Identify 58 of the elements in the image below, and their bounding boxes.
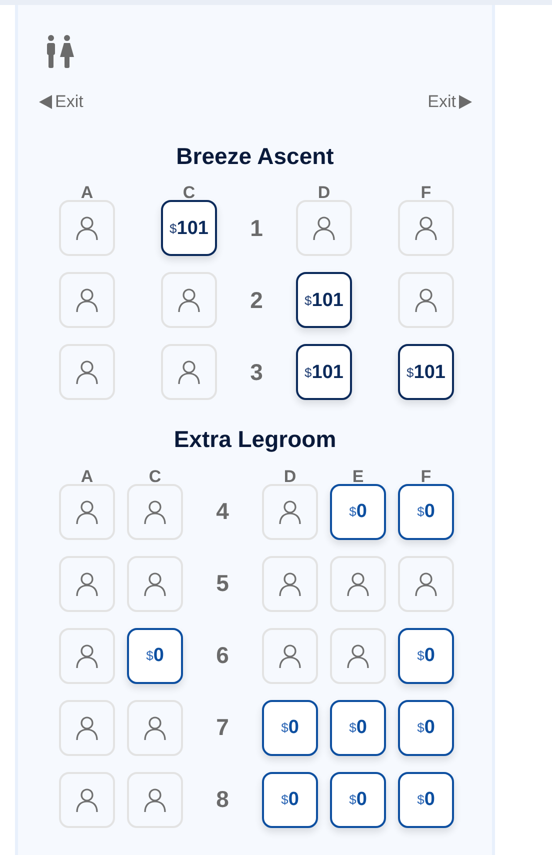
column-letter: F [420,182,432,204]
person-icon [144,716,166,740]
right-triangle-icon [459,94,472,109]
person-icon [279,500,301,524]
person-icon [313,216,335,240]
person-icon [279,644,301,668]
row-number: 2 [250,286,263,315]
seat-button[interactable]: $0 [330,484,386,540]
person-icon [347,644,369,668]
person-icon [76,716,98,740]
seat-button[interactable]: $101 [296,272,352,328]
person-icon [415,216,437,240]
row-number: 3 [250,358,263,387]
column-letter: C [148,466,162,488]
seat-button[interactable]: $0 [398,772,454,828]
person-icon [76,788,98,812]
person-icon [76,360,98,384]
seat-button[interactable]: $101 [398,344,454,400]
person-icon [76,500,98,524]
seat-button[interactable]: $101 [161,200,217,256]
section-title: Breeze Ascent [175,142,335,170]
column-letter: D [284,466,296,488]
seat-button[interactable]: $0 [330,700,386,756]
person-icon [76,644,98,668]
row-number: 6 [216,641,229,670]
person-icon [279,572,301,596]
person-icon [76,216,98,240]
row-number: 4 [216,497,229,526]
seat-button[interactable]: $0 [262,772,318,828]
person-icon [178,360,200,384]
person-icon [415,572,437,596]
column-letter: A [80,466,94,488]
row-number: 8 [216,785,229,814]
column-letter: D [318,182,330,204]
person-icon [178,288,200,312]
person-icon [415,288,437,312]
person-icon [347,572,369,596]
seat-button[interactable]: $0 [398,628,454,684]
exit-label: Exit [55,91,84,113]
person-icon [144,788,166,812]
seat-button[interactable]: $0 [127,628,183,684]
restroom-icon [45,35,75,69]
exit-label: Exit [428,91,456,113]
row-number: 7 [216,713,229,742]
column-letter: A [80,182,94,204]
person-icon [144,500,166,524]
seat-button[interactable]: $0 [330,772,386,828]
person-icon [76,288,98,312]
seat-button[interactable]: $101 [296,344,352,400]
left-triangle-icon [39,94,52,109]
seat-button[interactable]: $0 [262,700,318,756]
person-icon [144,572,166,596]
section-title: Extra Legroom [172,425,338,454]
seat-button[interactable]: $0 [398,484,454,540]
row-number: 1 [250,214,263,243]
row-number: 5 [216,569,229,598]
person-icon [76,572,98,596]
seat-button[interactable]: $0 [398,700,454,756]
